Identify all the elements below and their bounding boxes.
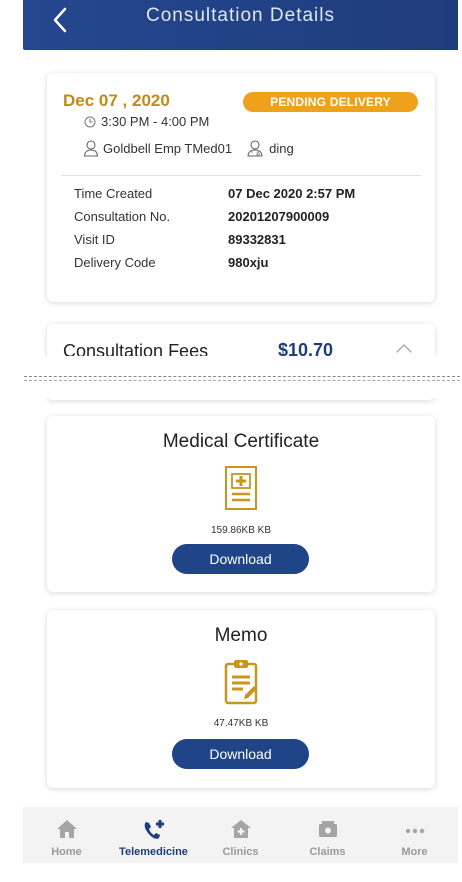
clinic-icon [230, 820, 251, 838]
detail-row: Delivery Code 980xju [74, 254, 414, 277]
detail-label: Time Created [74, 186, 153, 201]
app-header: Consultation Details [23, 0, 458, 50]
nav-label: Clinics [222, 846, 259, 858]
nav-item-clinics[interactable]: Clinics [197, 807, 284, 863]
participants-row: Goldbell Emp TMed01 ding [83, 139, 294, 157]
clock-icon [84, 116, 96, 127]
summary-divider [61, 175, 421, 176]
doctor-icon [247, 140, 263, 157]
memo-clipboard-icon [221, 657, 261, 707]
bottom-navigation: Home Telemedicine Clinics Claims More [23, 807, 458, 863]
detail-value: 980xju [228, 255, 269, 270]
nav-label: Telemedicine [119, 846, 188, 858]
dashed-divider [24, 376, 460, 377]
home-icon [56, 820, 77, 838]
nav-item-more[interactable]: More [371, 807, 458, 863]
consultation-details-table: Time Created 07 Dec 2020 2:57 PM Consult… [74, 185, 414, 277]
detail-label: Consultation No. [74, 209, 171, 224]
detail-label: Delivery Code [74, 255, 156, 270]
consultation-date: Dec 07 , 2020 [63, 91, 170, 110]
time-slot-row: 3:30 PM - 4:00 PM [84, 114, 209, 129]
status-badge: PENDING DELIVERY [243, 92, 418, 112]
nav-item-claims[interactable]: Claims [284, 807, 371, 863]
document-title: Memo [214, 625, 268, 646]
detail-label: Visit ID [74, 232, 115, 247]
consultation-summary-card: Dec 07 , 2020 PENDING DELIVERY 3:30 PM -… [47, 73, 435, 302]
medical-certificate-icon [221, 463, 261, 513]
document-size: 47.47KB KB [213, 718, 269, 729]
download-medical-certificate-button[interactable]: Download [172, 544, 309, 574]
detail-value: 20201207900009 [228, 209, 330, 224]
memo-card: Memo 47.47KB KB Download [47, 610, 435, 788]
patient-name: Goldbell Emp TMed01 [103, 140, 233, 156]
detail-row: Consultation No. 20201207900009 [74, 208, 414, 231]
document-size: 159.86KB KB [210, 525, 272, 536]
nav-item-telemedicine[interactable]: Telemedicine [110, 807, 197, 863]
section-separator [0, 356, 462, 398]
medical-certificate-card: Medical Certificate 159.86KB KB Download [47, 416, 435, 592]
detail-row: Visit ID 89332831 [74, 231, 414, 254]
doctor-name: ding [269, 140, 294, 156]
claims-icon [318, 821, 337, 837]
chevron-up-icon[interactable] [395, 342, 413, 354]
nav-label: Claims [309, 846, 346, 858]
patient-icon [83, 140, 99, 157]
detail-row: Time Created 07 Dec 2020 2:57 PM [74, 185, 414, 208]
nav-item-home[interactable]: Home [23, 807, 110, 863]
telemedicine-icon [144, 820, 164, 839]
detail-value: 89332831 [228, 232, 286, 247]
time-slot: 3:30 PM - 4:00 PM [101, 114, 210, 129]
nav-label: Home [51, 846, 82, 858]
document-title: Medical Certificate [162, 431, 320, 452]
page-title: Consultation Details [146, 5, 335, 26]
nav-label: More [401, 846, 428, 858]
dashed-divider [24, 380, 460, 381]
more-icon [405, 828, 424, 834]
download-memo-button[interactable]: Download [172, 739, 309, 769]
detail-value: 07 Dec 2020 2:57 PM [228, 186, 356, 201]
